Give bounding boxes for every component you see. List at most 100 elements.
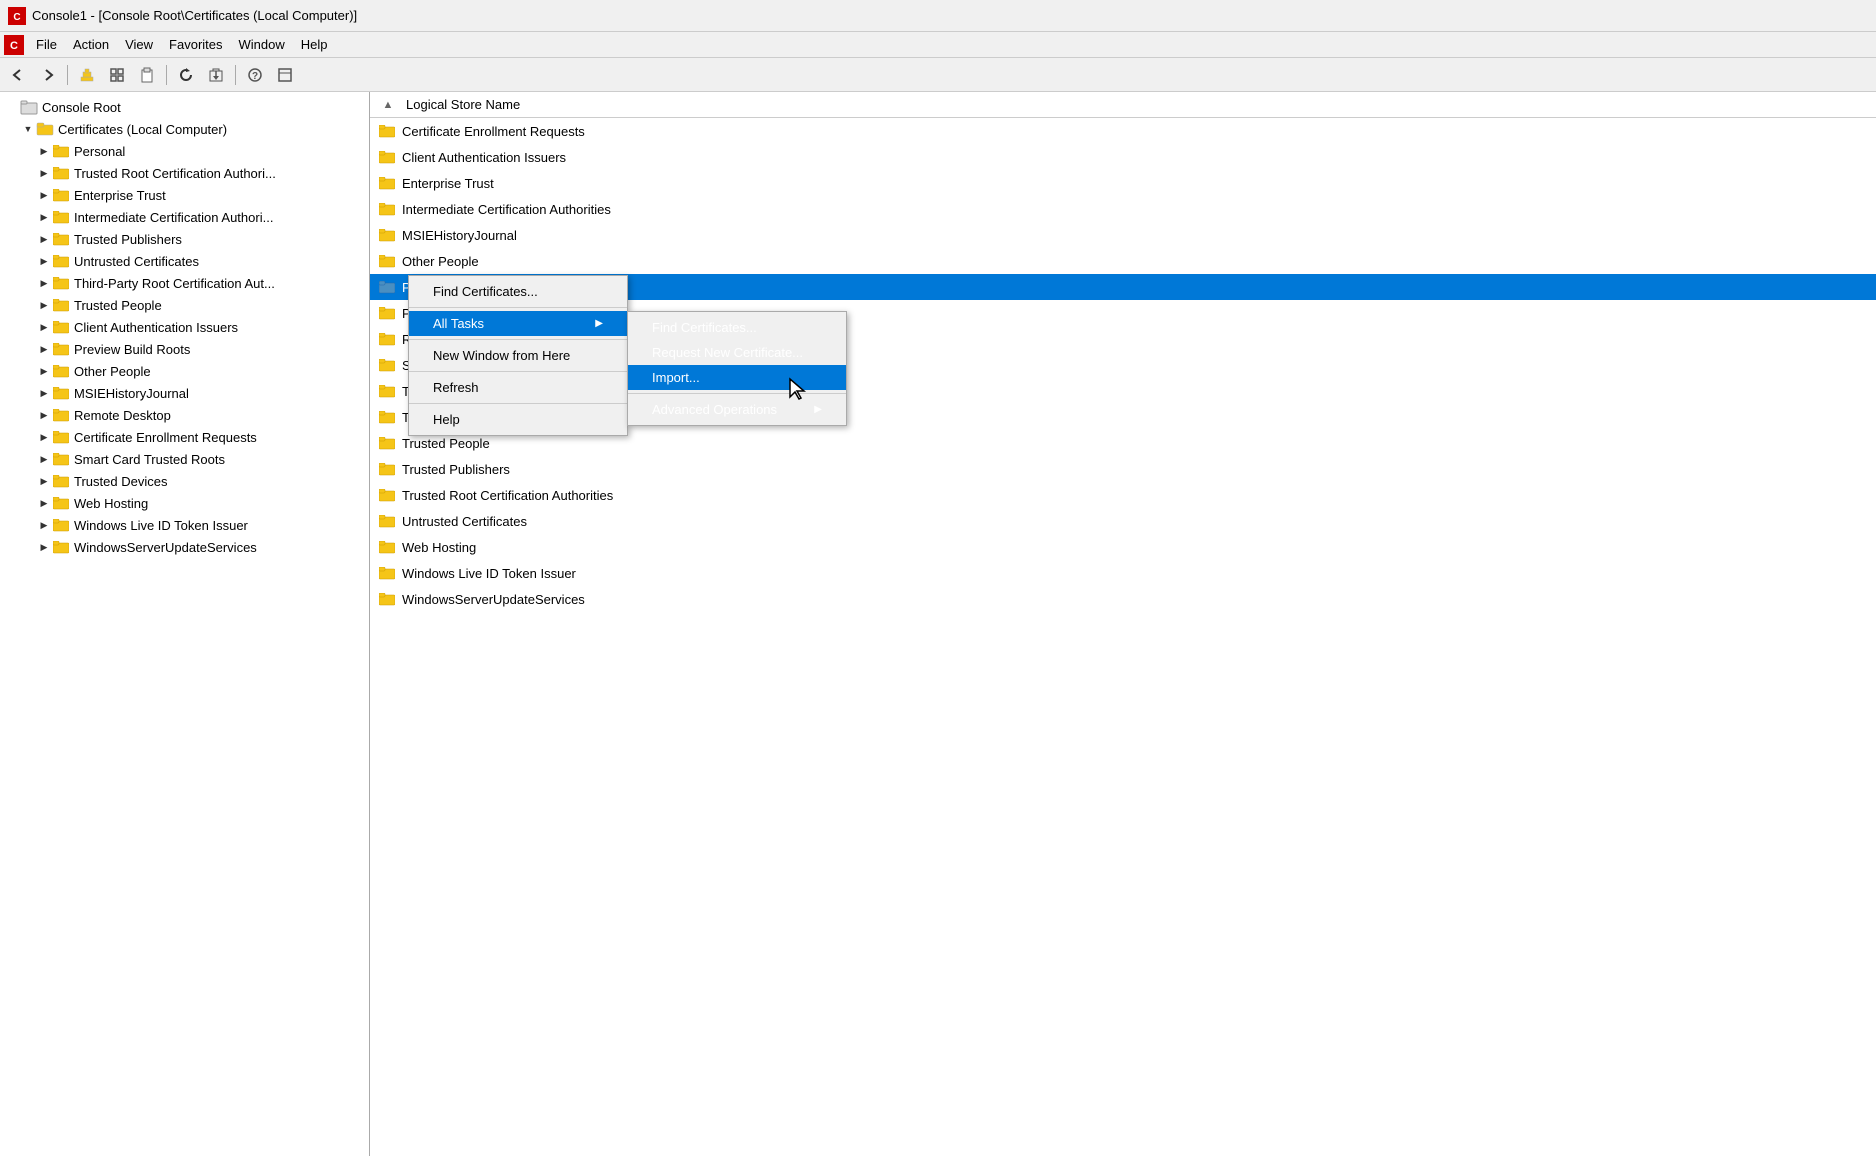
- list-item[interactable]: Web Hosting: [370, 534, 1876, 560]
- tree-intermediate-ca[interactable]: ▶ Intermediate Certification Authori...: [0, 206, 369, 228]
- submenu-sep: [628, 393, 846, 394]
- list-folder-icon: [378, 175, 396, 191]
- msie-journal-label: MSIEHistoryJournal: [74, 386, 189, 401]
- list-item-label: Web Hosting: [402, 540, 476, 555]
- context-new-window[interactable]: New Window from Here: [409, 343, 627, 368]
- enterprise-trust-label: Enterprise Trust: [74, 188, 166, 203]
- list-item[interactable]: Enterprise Trust: [370, 170, 1876, 196]
- remote-desktop-label: Remote Desktop: [74, 408, 171, 423]
- menu-file[interactable]: File: [28, 35, 65, 54]
- up-arrow-button[interactable]: ▲: [378, 95, 398, 115]
- trusted-devices-label: Trusted Devices: [74, 474, 167, 489]
- menu-help[interactable]: Help: [293, 35, 336, 54]
- up-button[interactable]: [73, 62, 101, 88]
- tree-smart-card-roots[interactable]: ▶ Smart Card Trusted Roots: [0, 448, 369, 470]
- tree-client-auth[interactable]: ▶ Client Authentication Issuers: [0, 316, 369, 338]
- menu-action[interactable]: Action: [65, 35, 117, 54]
- context-sep-3: [409, 371, 627, 372]
- grid-button[interactable]: [103, 62, 131, 88]
- svg-text:?: ?: [252, 71, 258, 82]
- remote-desktop-icon: [52, 407, 70, 423]
- list-item[interactable]: Trusted Root Certification Authorities: [370, 482, 1876, 508]
- svg-text:C: C: [10, 40, 18, 52]
- trusted-publishers-label: Trusted Publishers: [74, 232, 182, 247]
- menu-favorites[interactable]: Favorites: [161, 35, 230, 54]
- list-item[interactable]: Intermediate Certification Authorities: [370, 196, 1876, 222]
- tree-certificates-root[interactable]: ▼ Certificates (Local Computer): [0, 118, 369, 140]
- list-item[interactable]: Trusted Publishers: [370, 456, 1876, 482]
- context-help[interactable]: Help: [409, 407, 627, 432]
- tree-other-people[interactable]: ▶ Other People: [0, 360, 369, 382]
- tree-untrusted-certs[interactable]: ▶ Untrusted Certificates: [0, 250, 369, 272]
- list-item-label: Trusted Publishers: [402, 462, 510, 477]
- submenu-import[interactable]: Import...: [628, 365, 846, 390]
- list-item-label: MSIEHistoryJournal: [402, 228, 517, 243]
- msie-journal-icon: [52, 385, 70, 401]
- list-item[interactable]: Other People: [370, 248, 1876, 274]
- list-item[interactable]: Untrusted Certificates: [370, 508, 1876, 534]
- trusted-people-icon: [52, 297, 70, 313]
- export-button[interactable]: [202, 62, 230, 88]
- tree-enterprise-trust[interactable]: ▶ Enterprise Trust: [0, 184, 369, 206]
- trusted-devices-icon: [52, 473, 70, 489]
- tree-windows-live-id[interactable]: ▶ Windows Live ID Token Issuer: [0, 514, 369, 536]
- list-folder-icon: [378, 513, 396, 529]
- list-item-label: Intermediate Certification Authorities: [402, 202, 611, 217]
- expand-certificates: ▼: [20, 121, 36, 137]
- enterprise-trust-icon: [52, 187, 70, 203]
- list-item[interactable]: WindowsServerUpdateServices: [370, 586, 1876, 612]
- list-folder-icon: [378, 409, 396, 425]
- help-button[interactable]: ?: [241, 62, 269, 88]
- list-folder-icon: [378, 227, 396, 243]
- tree-trusted-people[interactable]: ▶ Trusted People: [0, 294, 369, 316]
- windows-live-id-icon: [52, 517, 70, 533]
- preview-build-roots-icon: [52, 341, 70, 357]
- context-menu-container: Find Certificates... All Tasks ▶ Find Ce…: [408, 275, 628, 436]
- menu-view[interactable]: View: [117, 35, 161, 54]
- toolbar: ?: [0, 58, 1876, 92]
- list-item-label: Enterprise Trust: [402, 176, 494, 191]
- all-tasks-arrow: ▶: [595, 318, 603, 329]
- right-panel-header: ▲ Logical Store Name: [370, 92, 1876, 118]
- tree-third-party-root[interactable]: ▶ Third-Party Root Certification Aut...: [0, 272, 369, 294]
- tree-preview-build-roots[interactable]: ▶ Preview Build Roots: [0, 338, 369, 360]
- clipboard-button[interactable]: [133, 62, 161, 88]
- tree-trusted-devices[interactable]: ▶ Trusted Devices: [0, 470, 369, 492]
- console-root-icon: [20, 99, 38, 115]
- intermediate-ca-label: Intermediate Certification Authori...: [74, 210, 273, 225]
- list-item[interactable]: MSIEHistoryJournal: [370, 222, 1876, 248]
- console-button[interactable]: [271, 62, 299, 88]
- submenu-request-cert[interactable]: Request New Certificate...: [628, 340, 846, 365]
- refresh-button[interactable]: [172, 62, 200, 88]
- personal-label: Personal: [74, 144, 125, 159]
- tree-web-hosting[interactable]: ▶ Web Hosting: [0, 492, 369, 514]
- context-all-tasks[interactable]: All Tasks ▶ Find Certificates... Request…: [409, 311, 627, 336]
- context-find-certs[interactable]: Find Certificates...: [409, 279, 627, 304]
- list-item[interactable]: Client Authentication Issuers: [370, 144, 1876, 170]
- tree-cert-enrollment[interactable]: ▶ Certificate Enrollment Requests: [0, 426, 369, 448]
- forward-button[interactable]: [34, 62, 62, 88]
- wsus-icon: [52, 539, 70, 555]
- submenu-find-certs[interactable]: Find Certificates...: [628, 315, 846, 340]
- tree-personal[interactable]: ▶ Personal: [0, 140, 369, 162]
- list-item[interactable]: Windows Live ID Token Issuer: [370, 560, 1876, 586]
- list-item-label: Other People: [402, 254, 479, 269]
- web-hosting-icon: [52, 495, 70, 511]
- submenu-advanced-ops[interactable]: Advanced Operations ▶: [628, 397, 846, 422]
- tree-remote-desktop[interactable]: ▶ Remote Desktop: [0, 404, 369, 426]
- list-item-label: Client Authentication Issuers: [402, 150, 566, 165]
- back-button[interactable]: [4, 62, 32, 88]
- tree-console-root[interactable]: Console Root: [0, 96, 369, 118]
- tree-msie-journal[interactable]: ▶ MSIEHistoryJournal: [0, 382, 369, 404]
- list-folder-icon-selected: [378, 279, 396, 295]
- tree-trusted-publishers[interactable]: ▶ Trusted Publishers: [0, 228, 369, 250]
- all-tasks-submenu: Find Certificates... Request New Certifi…: [627, 311, 847, 426]
- context-refresh[interactable]: Refresh: [409, 375, 627, 400]
- menu-window[interactable]: Window: [231, 35, 293, 54]
- list-item[interactable]: Certificate Enrollment Requests: [370, 118, 1876, 144]
- other-people-label: Other People: [74, 364, 151, 379]
- tree-wsus[interactable]: ▶ WindowsServerUpdateServices: [0, 536, 369, 558]
- tree-trusted-root[interactable]: ▶ Trusted Root Certification Authori...: [0, 162, 369, 184]
- trusted-root-icon: [52, 165, 70, 181]
- tree-panel[interactable]: Console Root ▼ Certificates (Local Compu…: [0, 92, 370, 1156]
